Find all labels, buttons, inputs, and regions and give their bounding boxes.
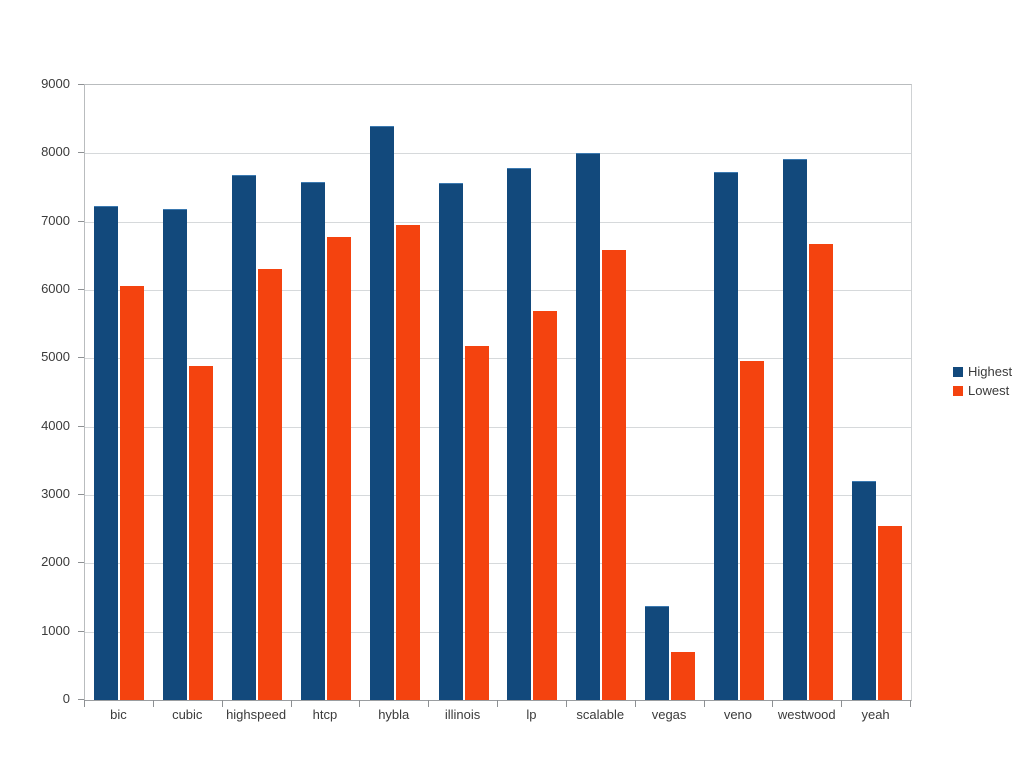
y-axis-tick-label: 8000 xyxy=(41,144,70,160)
x-axis-label-cubic: cubic xyxy=(172,707,203,722)
x-axis-label-hybla: hybla xyxy=(378,707,410,722)
x-axis-tick-mark xyxy=(634,700,636,707)
legend-item-lowest[interactable]: Lowest xyxy=(953,381,1012,400)
bar-chart: 0 1000 2000 3000 4000 5000 6000 7000 8000 9000 bi… xyxy=(0,0,1024,768)
x-axis-tick-mark xyxy=(152,700,154,707)
bar-hybla-lowest[interactable] xyxy=(395,225,420,700)
bar-yeah-highest[interactable] xyxy=(851,481,876,700)
x-axis-tick-mark xyxy=(221,700,223,707)
legend-swatch-icon xyxy=(953,366,963,377)
y-axis-tick-label: 7000 xyxy=(41,212,70,228)
legend-label: Highest xyxy=(968,364,1013,379)
x-axis-tick-mark xyxy=(428,700,430,707)
bar-scalable-highest[interactable] xyxy=(576,152,601,700)
bar-group xyxy=(369,85,420,700)
x-axis-label-veno: veno xyxy=(723,707,753,722)
bar-group xyxy=(576,85,627,700)
x-axis-label-highspeed: highspeed xyxy=(226,707,287,722)
bar-illinois-highest[interactable] xyxy=(438,182,463,700)
bar-group xyxy=(851,85,902,700)
bar-group xyxy=(438,85,489,700)
bar-veno-highest[interactable] xyxy=(713,171,738,700)
y-axis-tick-label: 5000 xyxy=(41,349,70,365)
x-axis-label-htcp: htcp xyxy=(312,707,338,722)
bar-cubic-lowest[interactable] xyxy=(189,365,214,700)
bar-westwood-highest[interactable] xyxy=(782,158,807,700)
legend-swatch-icon xyxy=(953,385,963,396)
x-axis-tick-mark xyxy=(290,700,292,707)
bar-htcp-lowest[interactable] xyxy=(326,236,351,700)
bar-vegas-lowest[interactable] xyxy=(671,652,696,700)
x-axis-label-vegas: vegas xyxy=(651,707,687,722)
bar-group xyxy=(645,85,696,700)
bar-group xyxy=(300,85,351,700)
bar-westwood-lowest[interactable] xyxy=(808,243,833,700)
bar-veno-lowest[interactable] xyxy=(739,361,764,700)
bar-bic-highest[interactable] xyxy=(94,205,119,700)
x-axis-tick-mark xyxy=(565,700,567,707)
bar-group xyxy=(713,85,764,700)
x-axis-tick-mark xyxy=(910,700,911,707)
x-axis-label-yeah: yeah xyxy=(861,707,890,722)
bar-vegas-highest[interactable] xyxy=(645,605,670,700)
x-axis-tick-mark xyxy=(703,700,705,707)
bar-lp-lowest[interactable] xyxy=(533,311,558,700)
bar-cubic-highest[interactable] xyxy=(163,209,188,700)
y-axis-tick-label: 1000 xyxy=(41,622,70,638)
x-axis-label-scalable: scalable xyxy=(576,707,625,722)
y-axis-tick-label: 3000 xyxy=(41,486,70,501)
x-axis-tick-mark xyxy=(497,700,498,707)
bar-group xyxy=(232,85,283,700)
bar-highspeed-lowest[interactable] xyxy=(258,268,283,700)
bar-yeah-lowest[interactable] xyxy=(877,526,902,700)
bar-illinois-lowest[interactable] xyxy=(464,346,489,700)
bar-htcp-highest[interactable] xyxy=(300,182,325,700)
y-axis-tick-label: 6000 xyxy=(41,281,70,296)
x-axis-tick-mark xyxy=(772,700,774,707)
x-axis-tick-mark xyxy=(841,700,843,707)
y-axis-tick-label: 9000 xyxy=(41,76,70,91)
bar-group xyxy=(507,85,558,700)
x-axis-label-illinois: illinois xyxy=(444,707,481,722)
x-axis-tick-mark xyxy=(359,700,361,707)
bar-group xyxy=(163,85,214,700)
legend-label: Lowest xyxy=(968,383,1010,398)
x-axis-label-westwood: westwood xyxy=(777,707,836,722)
x-axis-tick-mark xyxy=(84,700,85,707)
bar-group xyxy=(782,85,833,700)
x-axis-label-lp: lp xyxy=(526,707,537,722)
bar-lp-highest[interactable] xyxy=(507,168,532,700)
bar-scalable-lowest[interactable] xyxy=(602,249,627,700)
bar-group xyxy=(94,85,145,700)
chart-legend: Highest Lowest xyxy=(953,362,1012,400)
y-axis-tick-label: 4000 xyxy=(41,417,70,433)
x-axis-label-bic: bic xyxy=(110,707,127,722)
bar-bic-lowest[interactable] xyxy=(120,285,145,700)
bars-layer xyxy=(85,85,911,700)
y-axis-tick-label: 2000 xyxy=(41,554,70,570)
legend-item-highest[interactable]: Highest xyxy=(953,362,1012,381)
bar-hybla-highest[interactable] xyxy=(369,126,394,700)
y-axis-tick-label: 0 xyxy=(62,691,70,706)
bar-highspeed-highest[interactable] xyxy=(232,175,257,700)
plot-area xyxy=(84,84,912,701)
